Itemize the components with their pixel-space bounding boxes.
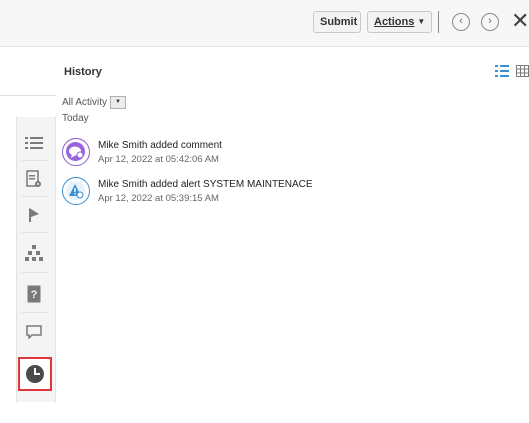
help-icon[interactable]: ? — [23, 284, 45, 304]
toolbar-divider — [438, 11, 439, 33]
history-entry-text: Mike Smith added alert SYSTEM MAINTENACE — [98, 179, 313, 190]
activity-filter-dropdown[interactable]: ▼ — [110, 96, 127, 109]
alert-icon[interactable] — [23, 205, 45, 225]
actions-button[interactable]: Actions ▼ — [367, 11, 432, 33]
circle-chevron-left-icon[interactable]: ‹ — [452, 13, 470, 31]
hierarchy-icon[interactable] — [23, 243, 45, 263]
list-view-icon[interactable] — [495, 64, 509, 77]
side-separator — [22, 196, 48, 197]
history-entry-timestamp: Apr 12, 2022 at 05:42:06 AM — [98, 154, 219, 165]
comment-icon[interactable] — [23, 322, 45, 342]
history-clock-icon[interactable] — [18, 357, 52, 391]
circle-chevron-right-icon[interactable]: › — [481, 13, 499, 31]
history-entry-text: Mike Smith added comment — [98, 140, 222, 151]
history-title: History — [64, 66, 102, 78]
svg-text:?: ? — [31, 289, 38, 301]
comment-avatar-icon — [62, 138, 90, 166]
submit-button[interactable]: Submit — [313, 11, 361, 33]
side-separator — [22, 272, 48, 273]
actions-button-label: Actions — [374, 16, 415, 28]
document-settings-icon[interactable] — [23, 169, 45, 189]
grid-view-icon[interactable] — [516, 64, 529, 77]
activity-filter-label: All Activity — [62, 97, 108, 108]
side-separator — [22, 312, 48, 313]
left-panel-divider — [0, 95, 56, 96]
side-separator — [22, 160, 48, 161]
activity-filter: All Activity ▼ — [62, 96, 127, 109]
alert-avatar-icon — [62, 177, 90, 205]
history-entry-timestamp: Apr 12, 2022 at 05:39:15 AM — [98, 193, 219, 204]
history-entry: Mike Smith added comment Apr 12, 2022 at… — [62, 138, 502, 170]
close-icon[interactable]: ✕ — [511, 9, 529, 33]
chevron-down-icon: ▼ — [417, 17, 426, 26]
side-separator — [22, 232, 48, 233]
top-toolbar: Submit Actions ▼ ‹ › ✕ — [0, 0, 529, 47]
group-label-today: Today — [62, 113, 89, 124]
list-icon[interactable] — [23, 133, 45, 153]
history-entry: Mike Smith added alert SYSTEM MAINTENACE… — [62, 177, 502, 209]
